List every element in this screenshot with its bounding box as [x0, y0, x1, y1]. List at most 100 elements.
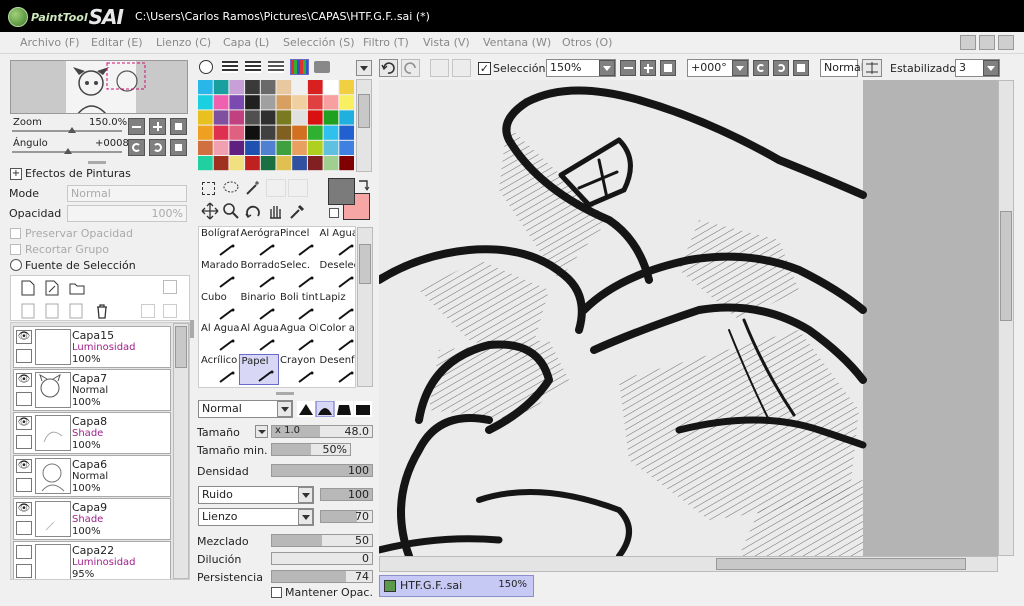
tools-scrollbar[interactable] [357, 227, 373, 387]
hand-tool-icon[interactable] [266, 202, 284, 220]
color-swatch[interactable] [260, 140, 276, 155]
color-swatch[interactable] [276, 140, 292, 155]
layer-lock-checkbox[interactable] [16, 564, 32, 578]
transparent-color-icon[interactable] [329, 208, 339, 218]
tool-3[interactable]: Pincel [278, 227, 318, 258]
swap-colors-icon[interactable] [357, 177, 371, 191]
rgb-slider-icon[interactable] [222, 61, 238, 73]
tool-18[interactable]: Papel [238, 354, 279, 386]
rotate-left-button[interactable] [128, 139, 145, 156]
deselect-button[interactable] [430, 59, 449, 77]
layer-option-icon[interactable] [163, 280, 177, 294]
toolbar-rotate-left-button[interactable] [753, 60, 769, 76]
tool-13[interactable]: Al Agua 9 [199, 322, 239, 353]
layer-item[interactable]: Capa22 Luminosidad 95% [13, 541, 171, 579]
zoom-dropdown[interactable] [599, 60, 615, 76]
tool-20[interactable]: Desenf. [318, 354, 355, 385]
rotate-reset-button[interactable] [170, 139, 187, 156]
color-swatch[interactable] [292, 125, 307, 140]
menu-archivo[interactable]: Archivo (F) [20, 36, 80, 49]
color-swatch[interactable] [307, 80, 323, 95]
color-swatch[interactable] [323, 110, 339, 125]
close-button[interactable] [998, 35, 1014, 50]
color-swatch[interactable] [198, 95, 213, 110]
new-folder-icon[interactable] [69, 281, 85, 295]
zoom-slider[interactable] [12, 130, 122, 132]
keep-opacity-checkbox[interactable] [271, 587, 282, 598]
color-swatch[interactable] [245, 110, 260, 125]
toolbar-rotate-reset-button[interactable] [793, 60, 809, 76]
layer-item[interactable]: 👁 Capa7 Normal 100% [13, 369, 171, 411]
color-swatch[interactable] [292, 95, 307, 110]
color-wheel-icon[interactable] [199, 60, 213, 74]
rect-select-icon[interactable] [202, 182, 215, 195]
color-swatch[interactable] [292, 140, 307, 155]
texture-strength-slider[interactable]: 100 [320, 488, 373, 501]
tool-9[interactable]: Cubo [199, 291, 239, 322]
undo-button[interactable] [379, 59, 398, 77]
color-swatch[interactable] [276, 110, 292, 125]
color-swatch[interactable] [276, 80, 292, 95]
new-linework-layer-icon[interactable] [45, 280, 59, 296]
menu-lienzo[interactable]: Lienzo (C) [156, 36, 211, 49]
menu-capa[interactable]: Capa (L) [223, 36, 269, 49]
menu-vista[interactable]: Vista (V) [423, 36, 470, 49]
layer-lock-checkbox[interactable] [16, 478, 32, 492]
color-swatch[interactable] [323, 95, 339, 110]
color-swatch[interactable] [323, 140, 339, 155]
color-swatch[interactable] [276, 156, 292, 171]
size-slider[interactable]: x 1.0 48.0 [271, 425, 373, 438]
color-swatch[interactable] [260, 95, 276, 110]
tool-17[interactable]: Acrílico [199, 354, 239, 385]
color-swatch[interactable] [339, 80, 354, 95]
color-swatch[interactable] [307, 125, 323, 140]
tool-12[interactable]: Lapiz [318, 291, 356, 322]
color-swatch[interactable] [307, 110, 323, 125]
texture-dropdown[interactable] [298, 487, 313, 503]
brush-shape-selector[interactable] [297, 401, 373, 417]
color-swatch[interactable] [229, 110, 245, 125]
eye-icon[interactable]: 👁 [16, 416, 32, 430]
color-swatch[interactable] [339, 95, 354, 110]
selection-source-radio[interactable] [10, 259, 22, 271]
panel-grip[interactable] [88, 161, 106, 164]
menu-seleccion[interactable]: Selección (S) [283, 36, 355, 49]
size-multiplier-dropdown[interactable] [255, 425, 268, 438]
paper-select[interactable]: Lienzo [198, 508, 314, 526]
color-swatch[interactable] [260, 156, 276, 171]
zoom-tool-icon[interactable] [222, 202, 240, 220]
hsv-slider-icon[interactable] [245, 61, 261, 73]
tool-2[interactable]: Aerógrafo [239, 227, 279, 258]
eye-icon[interactable]: 👁 [16, 373, 32, 387]
mode-select[interactable]: Normal [67, 185, 187, 202]
clear-layer-icon[interactable] [69, 303, 83, 319]
tool-1[interactable]: Bolígrafo [199, 227, 239, 258]
toolbar-rotate-right-button[interactable] [773, 60, 789, 76]
color-swatch[interactable] [323, 80, 339, 95]
eye-icon[interactable]: 👁 [16, 459, 32, 473]
scratchpad-icon[interactable] [314, 61, 330, 73]
color-swatch[interactable] [229, 80, 245, 95]
color-swatch[interactable] [245, 156, 260, 171]
color-swatch[interactable] [323, 156, 339, 171]
color-swatch[interactable] [323, 125, 339, 140]
minimize-button[interactable] [960, 35, 976, 50]
tool-14[interactable]: Al Agua 10 [239, 322, 279, 353]
menu-editar[interactable]: Editar (E) [91, 36, 143, 49]
selection-checkbox[interactable]: ✓ [478, 62, 491, 75]
color-swatch[interactable] [198, 80, 213, 95]
color-swatch[interactable] [292, 156, 307, 171]
magic-wand-icon[interactable] [244, 180, 262, 196]
tool-16[interactable]: Color al [318, 322, 355, 353]
layer-item[interactable]: 👁 Capa8 Shade 100% [13, 412, 171, 454]
color-swatch[interactable] [307, 156, 323, 171]
preserve-opacity-checkbox[interactable] [10, 228, 21, 239]
tool-11[interactable]: Boli tinta [278, 291, 318, 322]
move-icon[interactable] [201, 202, 219, 220]
layer-scrollbar[interactable] [173, 323, 189, 579]
swatches-icon[interactable] [290, 59, 309, 75]
color-swatch[interactable] [260, 110, 276, 125]
tool-8[interactable]: Deselec. [318, 259, 355, 290]
color-swatch[interactable] [260, 125, 276, 140]
trash-icon[interactable] [95, 303, 109, 319]
